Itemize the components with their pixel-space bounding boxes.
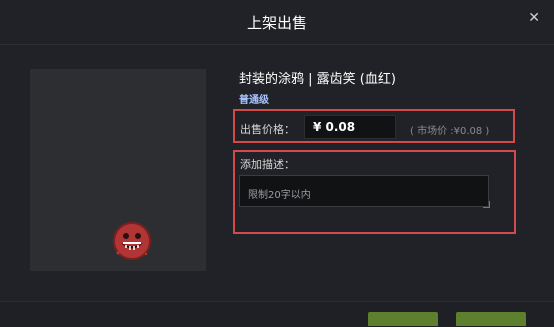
price-input[interactable]: ¥ 0.08 (304, 115, 396, 139)
modal-title-bar: 上架出售 ✕ (0, 0, 554, 45)
item-sticker-icon (113, 222, 151, 260)
item-preview (30, 69, 206, 271)
sell-modal: 上架出售 ✕ 封装的涂鸦 | 露齿笑 (血红) 普通级 出售价格： ¥ 0.08… (0, 0, 554, 327)
price-label: 出售价格： (240, 123, 295, 136)
description-label: 添加描述： (240, 158, 295, 171)
description-textarea[interactable]: 限制20字以内 (239, 175, 489, 207)
close-icon[interactable]: ✕ (528, 10, 540, 26)
modal-title: 上架出售 (246, 14, 307, 32)
item-rarity: 普通级 (239, 95, 269, 106)
resize-handle-icon[interactable] (483, 201, 490, 208)
confirm-button[interactable] (368, 312, 438, 326)
item-name: 封装的涂鸦 | 露齿笑 (血红) (239, 72, 396, 87)
secondary-button[interactable] (456, 312, 526, 326)
market-price: ( 市场价 :¥0.08 ) (410, 126, 490, 137)
